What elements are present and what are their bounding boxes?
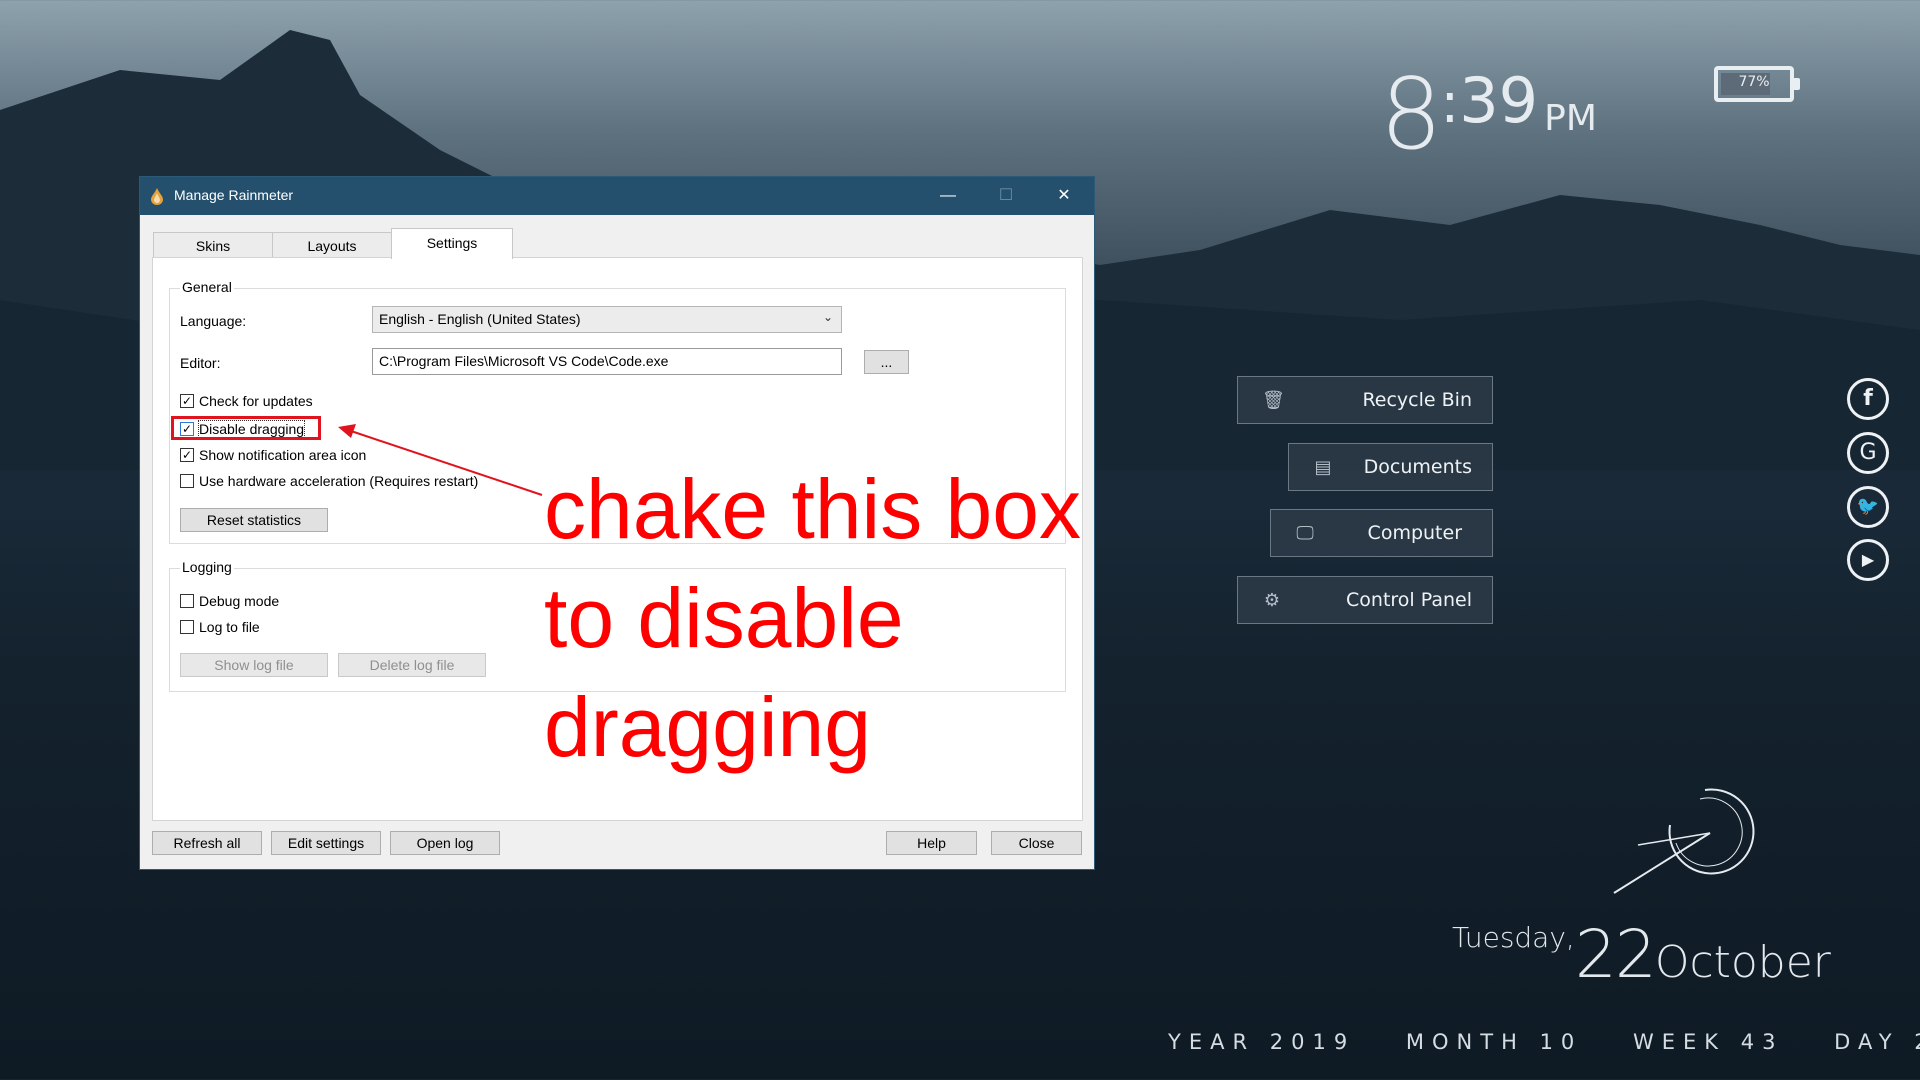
youtube-icon[interactable]: ▶	[1847, 539, 1889, 581]
stat-day: 295	[1914, 1030, 1920, 1054]
stat-week-label: WEEK	[1632, 1030, 1727, 1054]
checkbox-box	[180, 620, 194, 634]
edit-settings-button[interactable]: Edit settings	[271, 831, 381, 855]
documents-icon: ▤	[1314, 457, 1332, 478]
shortcut-label: Documents	[1363, 456, 1472, 478]
annotation-text: chake this box to disable dragging	[544, 462, 1081, 774]
tab-settings[interactable]: Settings	[391, 228, 513, 259]
battery-indicator: 77%	[1714, 66, 1800, 102]
stat-week: 43	[1740, 1030, 1784, 1054]
highlight-box	[171, 416, 321, 440]
desktop-date: Tuesday,22October	[1452, 916, 1831, 993]
checkbox-label: Log to file	[199, 619, 260, 635]
checkbox-box	[180, 594, 194, 608]
date-stats: YEAR 2019 MONTH 10 WEEK 43 DAY 295	[1168, 1030, 1920, 1054]
checkbox-box: ✓	[180, 394, 194, 408]
checkbox-label: Show notification area icon	[199, 447, 367, 463]
shortcut-label: Computer	[1367, 522, 1462, 544]
editor-label: Editor:	[180, 355, 221, 371]
date-month: October	[1654, 937, 1831, 988]
editor-path-value: C:\Program Files\Microsoft VS Code\Code.…	[379, 353, 669, 369]
language-select[interactable]: English - English (United States) ⌄	[372, 306, 842, 333]
documents-shortcut[interactable]: ▤ Documents	[1288, 443, 1493, 491]
twitter-icon[interactable]: 🐦	[1847, 486, 1889, 528]
control-panel-shortcut[interactable]: ⚙ Control Panel	[1237, 576, 1493, 624]
battery-label: 77%	[1738, 74, 1770, 90]
clock-ampm: PM	[1544, 98, 1597, 139]
checkbox-box: ✓	[180, 448, 194, 462]
checkbox-box	[180, 474, 194, 488]
clock-colon: :	[1440, 71, 1460, 136]
help-button[interactable]: Help	[886, 831, 977, 855]
browse-editor-button[interactable]: ...	[864, 350, 909, 374]
general-legend: General	[180, 279, 234, 295]
close-button[interactable]: Close	[991, 831, 1082, 855]
close-window-button[interactable]: ✕	[1035, 177, 1093, 215]
shortcut-label: Recycle Bin	[1362, 389, 1472, 411]
chevron-down-icon: ⌄	[822, 310, 833, 324]
google-icon[interactable]: G	[1847, 432, 1889, 474]
refresh-all-button[interactable]: Refresh all	[152, 831, 262, 855]
recycle-bin-shortcut[interactable]: 🗑 Recycle Bin	[1237, 376, 1493, 424]
clock-hour: 8	[1380, 58, 1442, 172]
dial-decoration	[1613, 788, 1755, 894]
clock-minutes: 39	[1459, 64, 1539, 137]
window-titlebar[interactable]: Manage Rainmeter — ☐ ✕	[140, 177, 1094, 215]
open-log-button[interactable]: Open log	[390, 831, 500, 855]
checkbox-label: Debug mode	[199, 593, 280, 609]
date-day: 22	[1574, 916, 1657, 993]
desktop-clock: 8:39 PM	[1380, 58, 1597, 172]
editor-path-field[interactable]: C:\Program Files\Microsoft VS Code\Code.…	[372, 348, 842, 375]
gear-icon: ⚙	[1263, 590, 1281, 611]
checkbox-label: Use hardware acceleration (Requires rest…	[199, 473, 479, 489]
tab-layouts[interactable]: Layouts	[272, 232, 392, 258]
monitor-icon: 🖵	[1296, 523, 1314, 544]
trash-icon: 🗑	[1262, 390, 1285, 411]
delete-log-file-button[interactable]: Delete log file	[338, 653, 486, 677]
checkbox-label: Check for updates	[199, 393, 313, 409]
stat-day-label: DAY	[1834, 1030, 1900, 1054]
facebook-icon[interactable]: f	[1847, 378, 1889, 420]
language-value: English - English (United States)	[379, 311, 581, 327]
shortcut-label: Control Panel	[1346, 589, 1472, 611]
maximize-button[interactable]: ☐	[977, 177, 1035, 215]
stat-year: 2019	[1269, 1030, 1356, 1054]
date-weekday: Tuesday,	[1452, 921, 1575, 954]
stat-year-label: YEAR	[1168, 1030, 1256, 1054]
show-log-file-button[interactable]: Show log file	[180, 653, 328, 677]
window-title: Manage Rainmeter	[174, 187, 294, 203]
minimize-button[interactable]: —	[919, 177, 977, 215]
stat-month-label: MONTH	[1405, 1030, 1525, 1054]
stat-month: 10	[1539, 1030, 1583, 1054]
logging-legend: Logging	[180, 559, 234, 575]
language-label: Language:	[180, 313, 247, 329]
rainmeter-drop-icon	[151, 188, 163, 205]
computer-shortcut[interactable]: 🖵 Computer	[1270, 509, 1493, 557]
tab-skins[interactable]: Skins	[153, 232, 273, 258]
reset-statistics-button[interactable]: Reset statistics	[180, 508, 328, 532]
